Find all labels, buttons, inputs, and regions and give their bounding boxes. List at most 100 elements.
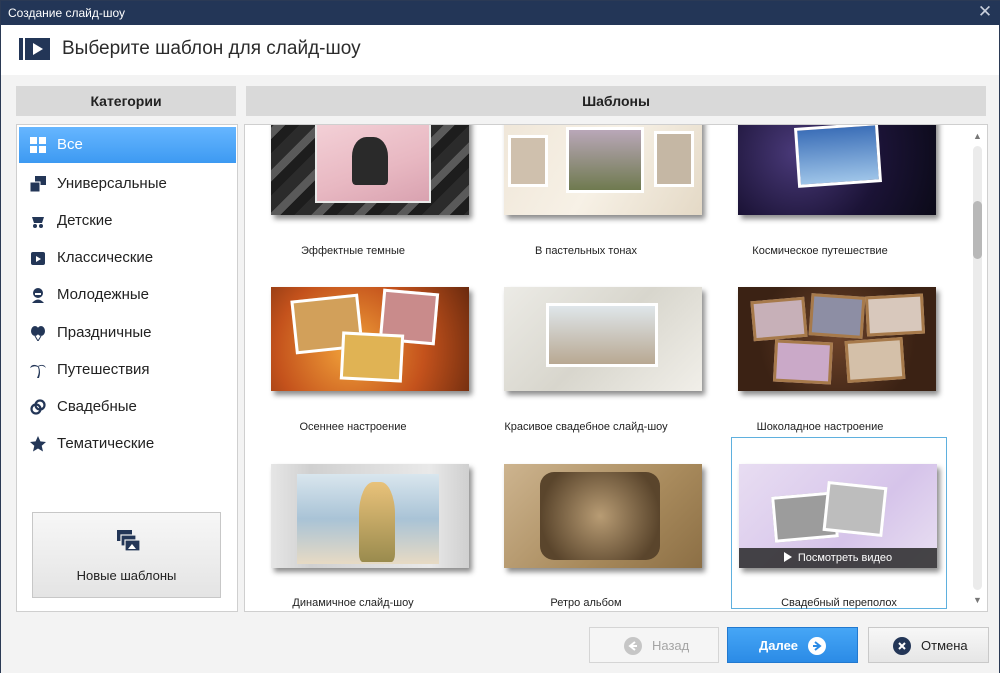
wizard-header: Выберите шаблон для слайд-шоу [1,25,999,75]
category-label: Праздничные [57,324,152,341]
arrow-right-icon [808,637,826,655]
template-label: Эффектные темные [301,245,405,257]
template-photo [540,472,660,560]
template-thumbnail [504,464,702,568]
template-photo [297,474,439,564]
category-label: Классические [57,249,154,266]
template-photo [794,125,882,188]
template-photo [844,337,906,383]
film-icon [31,252,45,265]
template-card-dynamic[interactable]: Динамичное слайд-шоу [245,452,469,611]
close-icon[interactable]: ✕ [977,2,993,22]
watch-video-label: Посмотреть видео [797,552,893,564]
wizard-footer: Назад Далее Отмена [1,615,999,673]
template-card-wedding-chaos[interactable]: Посмотреть видео Свадебный переполох [731,437,947,609]
category-label: Универсальные [57,175,167,192]
stroller-icon [32,217,44,228]
back-label: Назад [652,638,690,653]
category-label: Свадебные [57,398,137,415]
template-thumbnail [738,125,936,215]
categories-heading: Категории [16,86,236,116]
template-photo [808,293,866,339]
palm-icon [30,364,46,378]
play-icon [783,552,792,562]
category-item-holiday[interactable]: Праздничные [19,315,236,351]
template-photo [772,339,834,385]
page-title: Выберите шаблон для слайд-шоу [62,38,361,59]
template-photo [317,125,429,201]
template-label: Ретро альбом [550,597,622,609]
template-photo [654,131,694,187]
template-photo [546,303,658,367]
templates-panel: Эффектные темные В пастельных тонах Косм… [244,124,988,612]
category-item-kids[interactable]: Детские [19,203,236,239]
new-templates-icon [117,530,141,552]
template-label: Свадебный переполох [781,597,897,609]
scroll-thumb[interactable] [973,201,982,259]
scroll-up-icon[interactable]: ▲ [969,128,986,144]
grid-icon [30,137,46,153]
rings-icon [30,399,46,415]
cancel-label: Отмена [921,638,968,653]
category-item-universal[interactable]: Универсальные [19,166,236,202]
window-title: Создание слайд-шоу [8,6,125,20]
template-thumbnail [504,125,702,215]
watch-video-button[interactable]: Посмотреть видео [739,548,937,568]
template-label: Динамичное слайд-шоу [292,597,414,609]
new-templates-label: Новые шаблоны [76,568,177,583]
template-card-autumn[interactable]: Осеннее настроение [245,275,469,443]
slideshow-wizard-window: Создание слайд-шоу ✕ Выберите шаблон для… [0,0,1000,673]
template-thumbnail [271,464,469,568]
category-label: Тематические [57,435,155,452]
stack-icon [30,176,46,192]
template-card-chocolate[interactable]: Шоколадное настроение [712,275,936,443]
template-label: Космическое путешествие [752,245,888,257]
title-bar: Создание слайд-шоу ✕ [1,1,1000,25]
slideshow-play-icon [19,38,50,60]
next-label: Далее [759,638,799,653]
category-item-all[interactable]: Все [19,127,236,163]
categories-panel: Все Универсальные Детские Классические М… [16,124,238,612]
templates-scrollbar[interactable]: ▲ ▼ [969,126,986,610]
back-button[interactable]: Назад [589,627,719,663]
template-thumbnail [738,287,936,391]
template-thumbnail: Посмотреть видео [739,464,937,568]
cancel-button[interactable]: Отмена [868,627,989,663]
next-button[interactable]: Далее [727,627,858,663]
template-card-pastel[interactable]: В пастельных тонах [478,125,702,293]
arrow-left-icon [624,637,642,655]
template-card-dark-effects[interactable]: Эффектные темные [245,125,469,293]
template-photo [339,331,405,383]
template-thumbnail [504,287,702,391]
template-card-space[interactable]: Космическое путешествие [712,125,936,293]
category-label: Молодежные [57,286,149,303]
templates-heading: Шаблоны [246,86,986,116]
category-item-classic[interactable]: Классические [19,240,236,276]
new-templates-button[interactable]: Новые шаблоны [32,512,221,598]
template-label: Осеннее настроение [299,421,407,433]
balloons-icon [31,326,45,341]
template-photo [822,481,888,537]
category-item-thematic[interactable]: Тематические [19,426,236,462]
template-card-wedding-beautiful[interactable]: Красивое свадебное слайд-шоу [478,275,702,443]
category-item-travel[interactable]: Путешествия [19,352,236,388]
category-item-wedding[interactable]: Свадебные [19,389,236,425]
category-label: Путешествия [57,361,150,378]
category-item-youth[interactable]: Молодежные [19,277,236,313]
woman-figure [359,482,395,562]
star-icon [30,436,46,452]
template-thumbnail [271,125,469,215]
person-icon [32,288,44,303]
dancer-figure [352,137,388,185]
scroll-down-icon[interactable]: ▼ [969,592,986,608]
template-photo [750,296,808,342]
category-label: Детские [57,212,113,229]
template-photo [508,135,548,187]
category-label: Все [57,136,83,153]
template-label: В пастельных тонах [534,245,638,257]
template-label: Красивое свадебное слайд-шоу [504,421,668,433]
template-label: Шоколадное настроение [756,421,884,433]
close-circle-icon [893,637,911,655]
template-card-retro[interactable]: Ретро альбом [478,452,702,611]
template-thumbnail [271,287,469,391]
